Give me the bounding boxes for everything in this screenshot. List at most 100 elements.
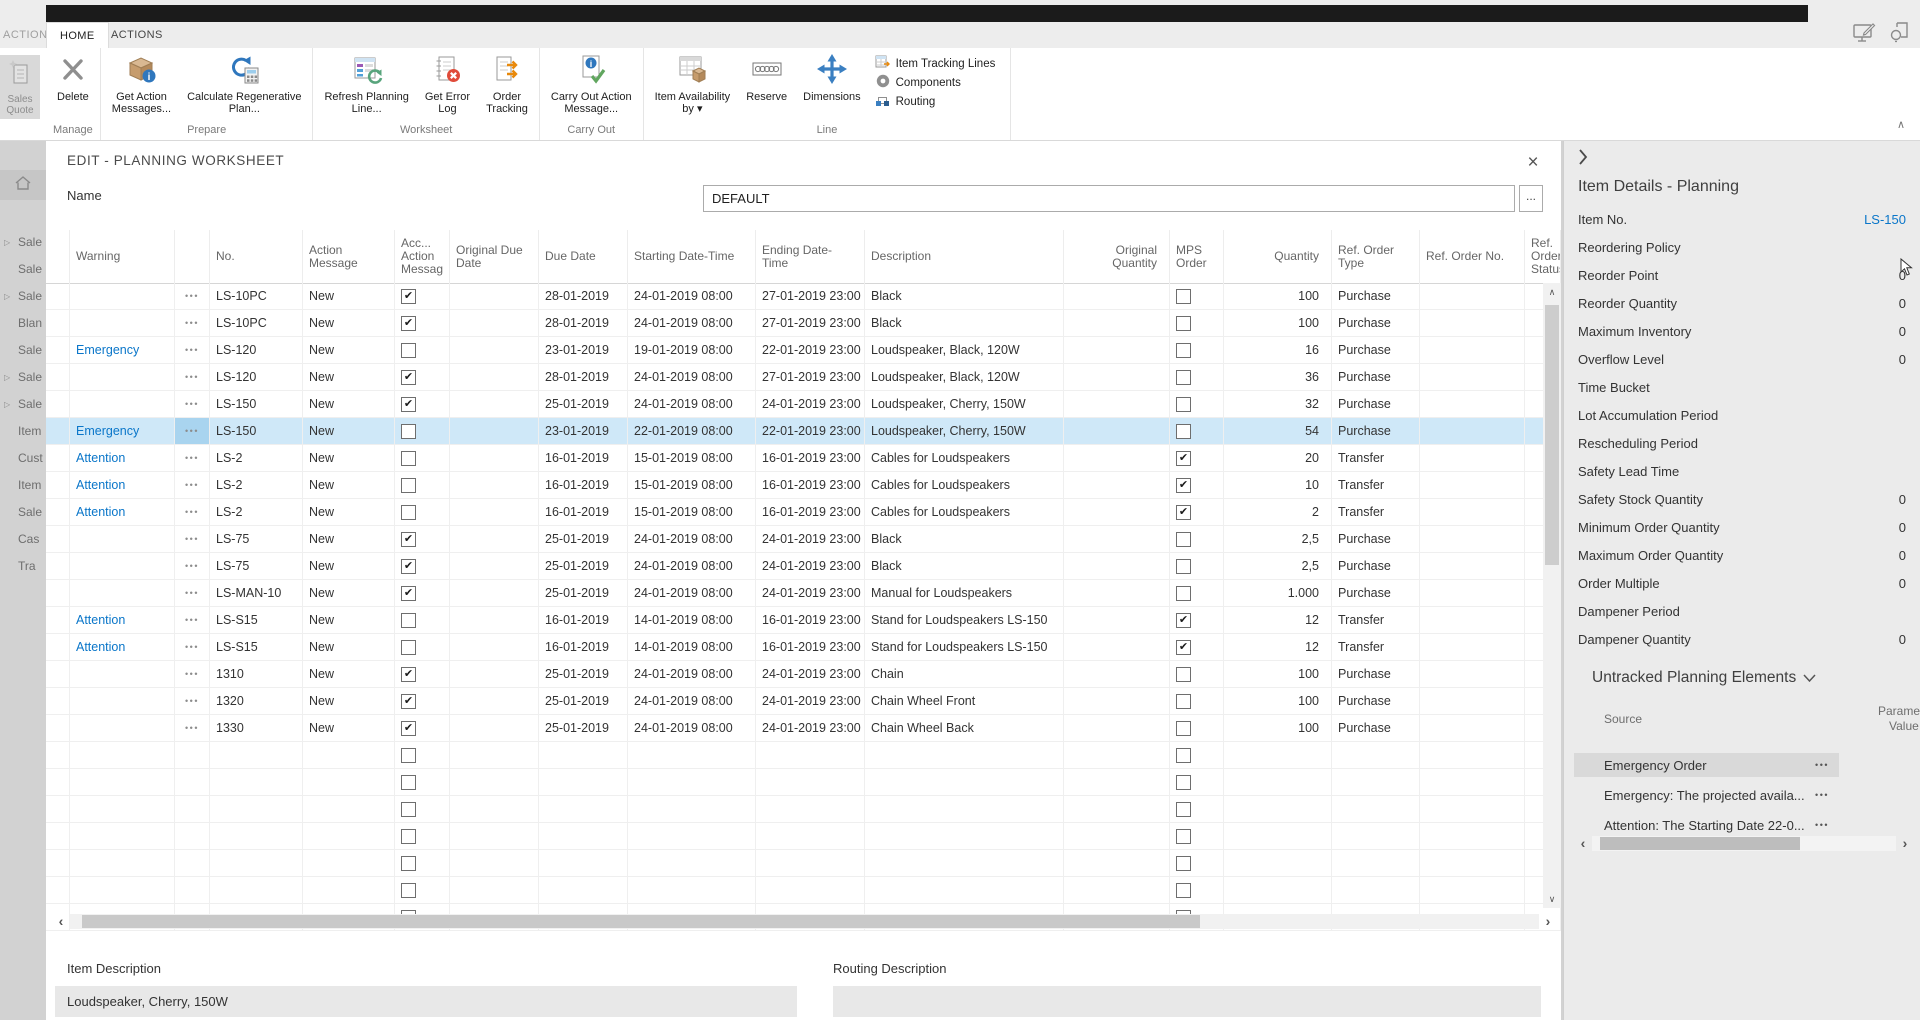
cell-mps[interactable] — [1170, 661, 1224, 687]
cell-desc[interactable]: Cables for Loudspeakers — [865, 499, 1064, 525]
table-row[interactable] — [46, 823, 1561, 850]
table-row[interactable]: •••LS-10PCNew28-01-201924-01-2019 08:002… — [46, 310, 1561, 337]
ellipsis-icon[interactable]: ••• — [175, 337, 210, 363]
cell-ref_type[interactable]: Purchase — [1332, 310, 1420, 336]
cell-ref_type[interactable]: Transfer — [1332, 499, 1420, 525]
cell-warning[interactable] — [70, 688, 175, 714]
cell-ref_no[interactable] — [1420, 634, 1525, 660]
cell-orig_qty[interactable] — [1064, 607, 1170, 633]
accept-checkbox[interactable] — [401, 667, 416, 682]
cell-qty[interactable]: 12 — [1224, 607, 1332, 633]
cell-qty[interactable]: 100 — [1224, 661, 1332, 687]
cell-no[interactable]: LS-MAN-10 — [210, 580, 303, 606]
cell-due[interactable]: 25-01-2019 — [539, 526, 628, 552]
cell-start[interactable]: 24-01-2019 08:00 — [628, 580, 756, 606]
cell-mps[interactable] — [1170, 526, 1224, 552]
cell-end[interactable]: 24-01-2019 23:00 — [756, 580, 865, 606]
cell-ref_type[interactable]: Purchase — [1332, 337, 1420, 363]
ribbon-button-get-action[interactable]: iGet Action Messages... — [104, 48, 179, 115]
cell-orig_due[interactable] — [450, 391, 539, 417]
mps-checkbox[interactable] — [1176, 370, 1191, 385]
cell-desc[interactable]: Cables for Loudspeakers — [865, 472, 1064, 498]
cell-mps[interactable] — [1170, 553, 1224, 579]
sidebar-item[interactable]: Cust — [0, 448, 46, 468]
accept-checkbox[interactable] — [401, 694, 416, 709]
cell-ref_type[interactable]: Purchase — [1332, 580, 1420, 606]
cell-desc[interactable]: Loudspeaker, Cherry, 150W — [865, 418, 1064, 444]
cell-ref_type[interactable]: Purchase — [1332, 391, 1420, 417]
cell-mps[interactable] — [1170, 634, 1224, 660]
cell-qty[interactable]: 36 — [1224, 364, 1332, 390]
mps-checkbox[interactable] — [1176, 343, 1191, 358]
table-row[interactable]: •••LS-75New25-01-201924-01-2019 08:0024-… — [46, 553, 1561, 580]
cell-qty[interactable]: 12 — [1224, 634, 1332, 660]
table-row[interactable] — [46, 769, 1561, 796]
cell-ref_no[interactable] — [1420, 553, 1525, 579]
cell-start[interactable]: 15-01-2019 08:00 — [628, 445, 756, 471]
mps-checkbox[interactable] — [1176, 694, 1191, 709]
cell-ref_type[interactable]: Transfer — [1332, 634, 1420, 660]
cell-end[interactable]: 27-01-2019 23:00 — [756, 283, 865, 309]
cell-accept[interactable] — [395, 688, 450, 714]
accept-checkbox[interactable] — [401, 451, 416, 466]
scroll-right-icon[interactable]: › — [1539, 913, 1557, 930]
column-header-mps[interactable]: MPS Order — [1170, 230, 1224, 283]
cell-desc[interactable]: Cables for Loudspeakers — [865, 445, 1064, 471]
column-header-sel[interactable] — [46, 230, 70, 283]
table-row[interactable]: Attention•••LS-S15New16-01-201914-01-201… — [46, 607, 1561, 634]
cell-due[interactable]: 16-01-2019 — [539, 634, 628, 660]
sidebar-item[interactable]: ▷Sale — [0, 367, 46, 387]
sidebar-item[interactable]: Tra — [0, 556, 46, 576]
cell-due[interactable]: 25-01-2019 — [539, 553, 628, 579]
cell-qty[interactable]: 2,5 — [1224, 553, 1332, 579]
cell-sel[interactable] — [46, 364, 70, 390]
cell-sel[interactable] — [46, 283, 70, 309]
mps-checkbox[interactable] — [1176, 559, 1191, 574]
mps-checkbox[interactable] — [1176, 775, 1191, 790]
ribbon-button-dimensions[interactable]: Dimensions — [795, 48, 868, 103]
warning-link[interactable]: Attention — [70, 499, 175, 525]
cell-mps[interactable] — [1170, 472, 1224, 498]
cell-mps[interactable] — [1170, 445, 1224, 471]
cell-ref_no[interactable] — [1420, 499, 1525, 525]
cell-ref_type[interactable]: Purchase — [1332, 418, 1420, 444]
cell-sel[interactable] — [46, 661, 70, 687]
cell-no[interactable]: LS-120 — [210, 364, 303, 390]
cell-desc[interactable]: Loudspeaker, Black, 120W — [865, 337, 1064, 363]
cell-orig_due[interactable] — [450, 553, 539, 579]
cell-accept[interactable] — [395, 445, 450, 471]
cell-accept[interactable] — [395, 661, 450, 687]
cell-action[interactable]: New — [303, 634, 395, 660]
cell-qty[interactable]: 100 — [1224, 310, 1332, 336]
cell-ref_no[interactable] — [1420, 310, 1525, 336]
cell-accept[interactable] — [395, 283, 450, 309]
cell-ref_type[interactable]: Purchase — [1332, 688, 1420, 714]
cell-ref_type[interactable]: Purchase — [1332, 526, 1420, 552]
scroll-right-icon[interactable]: › — [1896, 835, 1914, 852]
mps-checkbox[interactable] — [1176, 721, 1191, 736]
cell-start[interactable]: 24-01-2019 08:00 — [628, 391, 756, 417]
cell-start[interactable]: 22-01-2019 08:00 — [628, 418, 756, 444]
ribbon-button-get-error[interactable]: Get Error Log — [417, 48, 478, 115]
cell-accept[interactable] — [395, 310, 450, 336]
cell-start[interactable]: 24-01-2019 08:00 — [628, 661, 756, 687]
warning-link[interactable]: Attention — [70, 472, 175, 498]
cell-end[interactable]: 24-01-2019 23:00 — [756, 661, 865, 687]
accept-checkbox[interactable] — [401, 748, 416, 763]
close-icon[interactable]: × — [1519, 149, 1547, 177]
sidebar-item[interactable]: Sale — [0, 502, 46, 522]
ellipsis-icon[interactable]: ••• — [1815, 820, 1839, 830]
mps-checkbox[interactable] — [1176, 586, 1191, 601]
cell-desc[interactable]: Black — [865, 553, 1064, 579]
cell-due[interactable]: 25-01-2019 — [539, 391, 628, 417]
column-header-end[interactable]: Ending Date-Time — [756, 230, 865, 283]
warning-link[interactable]: Attention — [70, 607, 175, 633]
column-header-warning[interactable]: Warning — [70, 230, 175, 283]
cell-warning[interactable] — [70, 580, 175, 606]
field-value[interactable]: LS-150 — [1864, 212, 1906, 227]
cell-mps[interactable] — [1170, 391, 1224, 417]
cell-orig_qty[interactable] — [1064, 310, 1170, 336]
accept-checkbox[interactable] — [401, 289, 416, 304]
sidebar-item[interactable]: Blan — [0, 313, 46, 333]
cell-sel[interactable] — [46, 526, 70, 552]
